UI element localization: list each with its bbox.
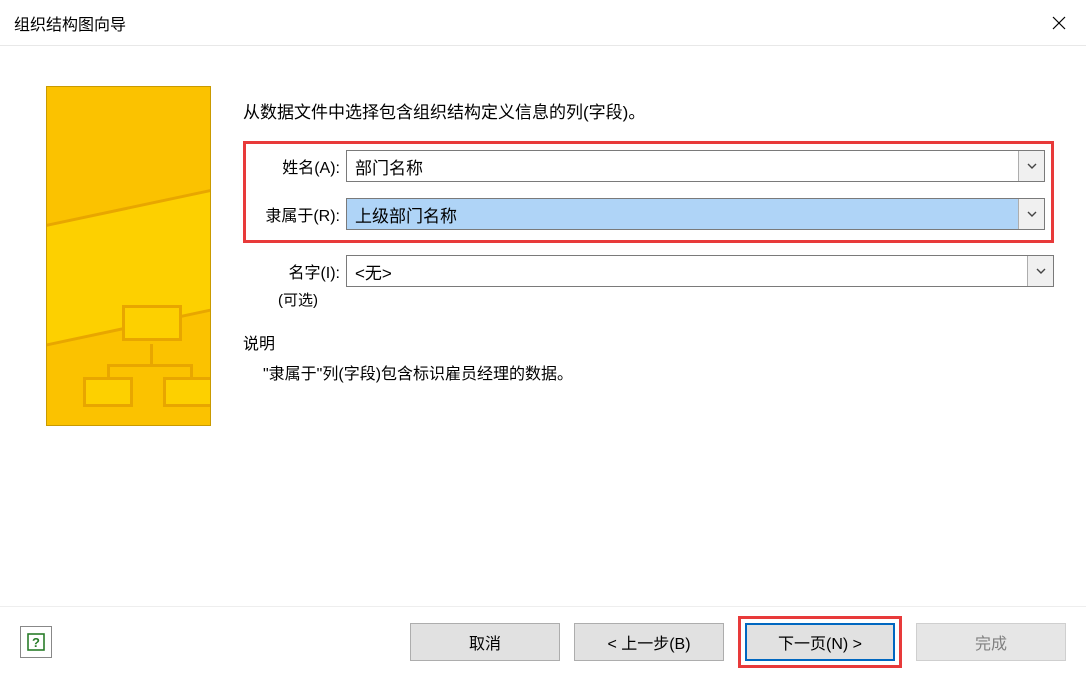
wizard-footer: ? 取消 < 上一步(B) 下一页(N) > 完成 (0, 606, 1086, 676)
combo-first-value: <无> (347, 256, 1027, 286)
wizard-content: 从数据文件中选择包含组织结构定义信息的列(字段)。 姓名(A): 部门名称 隶属… (243, 86, 1054, 606)
combo-first-name[interactable]: <无> (346, 255, 1054, 287)
next-label: 下一页(N) > (778, 630, 862, 654)
wizard-illustration (46, 86, 211, 426)
close-button[interactable] (1032, 0, 1086, 46)
help-icon: ? (26, 632, 46, 652)
next-button[interactable]: 下一页(N) > (745, 623, 895, 661)
combo-reports-to[interactable]: 上级部门名称 (346, 198, 1045, 230)
combo-name-value: 部门名称 (347, 151, 1018, 181)
chevron-down-icon[interactable] (1027, 256, 1053, 286)
description-heading: 说明 (243, 330, 1054, 354)
back-button[interactable]: < 上一步(B) (574, 623, 724, 661)
instruction-text: 从数据文件中选择包含组织结构定义信息的列(字段)。 (243, 98, 1054, 123)
chevron-down-icon[interactable] (1018, 151, 1044, 181)
close-icon (1052, 16, 1066, 30)
combo-reports-value: 上级部门名称 (347, 199, 1018, 229)
cancel-button[interactable]: 取消 (410, 623, 560, 661)
svg-text:?: ? (32, 635, 40, 650)
row-name: 姓名(A): 部门名称 (250, 150, 1045, 182)
highlight-box-next: 下一页(N) > (738, 616, 902, 668)
cancel-label: 取消 (469, 630, 501, 654)
label-first-optional: (可选) (250, 289, 346, 310)
description-text: "隶属于"列(字段)包含标识雇员经理的数据。 (263, 360, 1054, 384)
highlight-box-fields: 姓名(A): 部门名称 隶属于(R): 上级部门名称 (243, 141, 1054, 243)
label-first-name: 名字(I): (250, 259, 346, 283)
help-button[interactable]: ? (20, 626, 52, 658)
wizard-body: 从数据文件中选择包含组织结构定义信息的列(字段)。 姓名(A): 部门名称 隶属… (0, 46, 1086, 606)
row-first-name: 名字(I): <无> (250, 255, 1054, 287)
back-label: < 上一步(B) (607, 630, 690, 654)
finish-label: 完成 (975, 630, 1007, 654)
titlebar: 组织结构图向导 (0, 0, 1086, 46)
combo-name[interactable]: 部门名称 (346, 150, 1045, 182)
chevron-down-icon[interactable] (1018, 199, 1044, 229)
label-name: 姓名(A): (250, 154, 346, 178)
window-title: 组织结构图向导 (14, 11, 126, 35)
finish-button: 完成 (916, 623, 1066, 661)
label-reports-to: 隶属于(R): (250, 202, 346, 226)
row-reports-to: 隶属于(R): 上级部门名称 (250, 198, 1045, 230)
